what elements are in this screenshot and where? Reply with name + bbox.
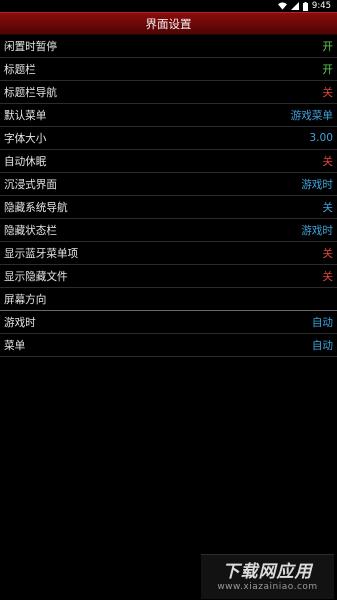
setting-label: 游戏时 (4, 316, 36, 329)
setting-row-orientation-menu[interactable]: 菜单 自动 (0, 334, 337, 357)
setting-row-orientation-in-game[interactable]: 游戏时 自动 (0, 311, 337, 334)
setting-value: 关 (322, 270, 333, 283)
setting-value: 游戏时 (301, 178, 333, 191)
status-bar: 9:45 (0, 0, 337, 12)
setting-value: 关 (322, 155, 333, 168)
status-icons: 9:45 (277, 1, 331, 11)
watermark-title: 下载网应用 (222, 561, 313, 582)
setting-value: 游戏菜单 (290, 109, 333, 122)
setting-row-font-size[interactable]: 字体大小 3.00 (0, 127, 337, 150)
setting-value: 3.00 (309, 132, 333, 144)
setting-row-hide-system-nav[interactable]: 隐藏系统导航 关 (0, 196, 337, 219)
status-time: 9:45 (311, 1, 331, 11)
setting-row-show-bluetooth-menu[interactable]: 显示蓝牙菜单项 关 (0, 242, 337, 265)
battery-icon (302, 1, 308, 11)
setting-label: 闲置时暂停 (4, 40, 57, 53)
watermark-url: www.xiazainiao.com (217, 581, 318, 592)
wifi-icon (277, 2, 287, 10)
setting-value: 游戏时 (301, 224, 333, 237)
setting-value: 关 (322, 247, 333, 260)
setting-label: 自动休眠 (4, 155, 47, 168)
watermark-logo: 下载网应用 www.xiazainiao.com (201, 554, 334, 599)
signal-icon (290, 2, 299, 10)
setting-value: 关 (322, 86, 333, 99)
settings-list: 闲置时暂停 开 标题栏 开 标题栏导航 关 默认菜单 游戏菜单 字体大小 3.0… (0, 35, 337, 357)
setting-row-title-bar[interactable]: 标题栏 开 (0, 58, 337, 81)
setting-value: 关 (322, 201, 333, 214)
setting-label: 沉浸式界面 (4, 178, 57, 191)
section-header-screen-orientation: 屏幕方向 (0, 288, 337, 311)
page-title: 界面设置 (145, 16, 192, 31)
setting-label: 标题栏 (4, 63, 36, 76)
title-bar: 界面设置 (0, 12, 337, 35)
setting-value: 开 (322, 63, 333, 76)
setting-row-immersive-ui[interactable]: 沉浸式界面 游戏时 (0, 173, 337, 196)
setting-label: 隐藏状态栏 (4, 224, 57, 237)
setting-label: 显示隐藏文件 (4, 270, 68, 283)
setting-label: 默认菜单 (4, 109, 47, 122)
setting-value: 开 (322, 40, 333, 53)
setting-row-title-bar-nav[interactable]: 标题栏导航 关 (0, 81, 337, 104)
screen: 9:45 界面设置 闲置时暂停 开 标题栏 开 标题栏导航 关 默认菜单 游戏菜… (0, 0, 337, 600)
section-label: 屏幕方向 (4, 293, 47, 306)
setting-row-auto-sleep[interactable]: 自动休眠 关 (0, 150, 337, 173)
setting-value: 自动 (311, 316, 333, 329)
setting-label: 字体大小 (4, 132, 47, 145)
setting-value: 自动 (311, 339, 333, 352)
setting-row-default-menu[interactable]: 默认菜单 游戏菜单 (0, 104, 337, 127)
setting-row-show-hidden-files[interactable]: 显示隐藏文件 关 (0, 265, 337, 288)
setting-label: 隐藏系统导航 (4, 201, 68, 214)
setting-label: 菜单 (4, 339, 26, 352)
setting-label: 标题栏导航 (4, 86, 57, 99)
setting-label: 显示蓝牙菜单项 (4, 247, 79, 260)
setting-row-hide-status-bar[interactable]: 隐藏状态栏 游戏时 (0, 219, 337, 242)
setting-row-pause-when-idle[interactable]: 闲置时暂停 开 (0, 35, 337, 58)
